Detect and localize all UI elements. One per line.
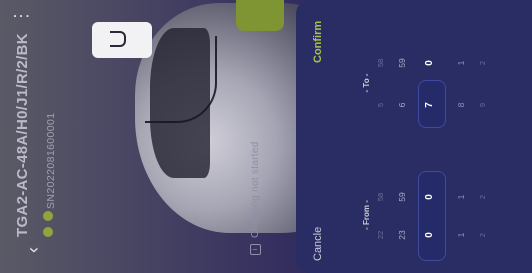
wheel-selected-value: 7 [424,102,435,108]
charging-status: i Charging not started [250,141,261,255]
to-hour-wheel[interactable]: 5 6 7 8 9 [296,87,532,123]
wheel-selected-value: 0 [424,60,435,66]
app-screen: ‹ TGA2-AC-48A/H0/J1/R/2/BK ⋮ SN202208160… [0,0,532,273]
time-range-picker-sheet: Cancle Confirm - From - - To - 22 23 0 1… [296,0,532,273]
top-bar: ‹ TGA2-AC-48A/H0/J1/R/2/BK ⋮ SN202208160… [0,0,80,273]
device-title: TGA2-AC-48A/H0/J1/R/2/BK [14,33,31,237]
wheel-value: 1 [456,60,466,66]
network-dot-icon [43,211,53,221]
wheel-value: 58 [376,192,385,202]
wheel-value: 8 [456,102,466,108]
wheel-value: 59 [397,58,407,68]
wheel-value: 6 [397,102,407,108]
wheel-value: 59 [397,192,407,202]
to-minute-wheel[interactable]: 58 59 0 1 2 [296,45,532,81]
wheel-selected-value: 0 [424,194,435,200]
charging-cable [145,36,217,123]
wheel-value: 23 [397,230,407,240]
wheel-value: 2 [478,194,487,200]
wheel-value: 1 [456,232,466,238]
wheel-selected-value: 0 [424,232,435,238]
from-minute-wheel[interactable]: 58 59 0 1 2 [296,179,532,215]
wheel-value: 58 [376,58,385,68]
back-chevron-icon[interactable]: ‹ [23,241,43,259]
connection-dot-icon [43,227,53,237]
charge-action-bar[interactable] [236,0,284,31]
from-hour-wheel[interactable]: 22 23 0 1 2 [296,217,532,253]
wheel-value: 22 [376,230,385,240]
serial-number: SN2022081600001 [45,112,57,209]
status-dots [43,211,53,237]
wheel-value: 2 [478,232,487,238]
more-options-icon[interactable]: ⋮ [11,7,32,25]
charger-logo-icon [110,31,126,47]
wheel-value: 5 [376,102,385,108]
wheel-value: 1 [456,194,466,200]
wheel-value: 9 [478,102,487,108]
charging-status-text: Charging not started [250,141,261,238]
wheel-value: 2 [478,60,487,66]
car-charger-illustration [80,0,345,273]
info-icon: i [250,244,261,255]
